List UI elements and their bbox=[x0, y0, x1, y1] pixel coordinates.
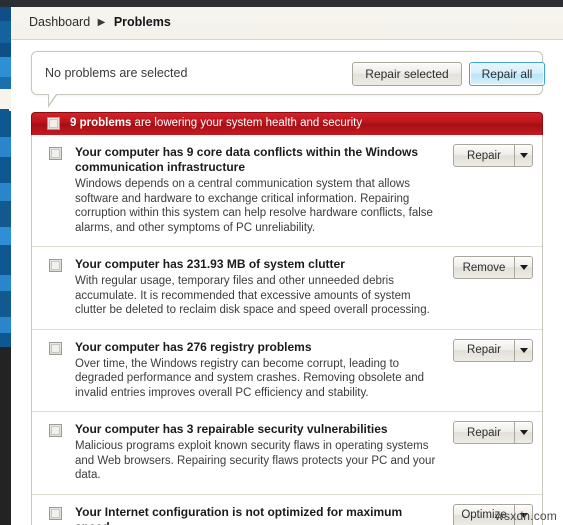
problem-action-split-button[interactable]: Repair bbox=[453, 144, 533, 167]
problem-description: With regular usage, temporary files and … bbox=[75, 275, 430, 316]
problem-description: Windows depends on a central communicati… bbox=[75, 178, 433, 234]
problem-action-split-button[interactable]: Remove bbox=[453, 256, 533, 279]
left-rail-segment bbox=[0, 183, 11, 201]
problem-title: Your computer has 276 registry problems bbox=[75, 339, 312, 354]
chevron-down-icon[interactable] bbox=[514, 145, 532, 166]
problem-title: Your computer has 231.93 MB of system cl… bbox=[75, 257, 345, 271]
problem-checkbox[interactable] bbox=[49, 424, 62, 437]
problem-action-split-button[interactable]: Repair bbox=[453, 421, 533, 444]
problem-row[interactable]: Your computer has 9 core data conflicts … bbox=[32, 135, 542, 247]
left-rail-segment bbox=[0, 77, 11, 89]
breadcrumb-problems: Problems bbox=[113, 15, 171, 29]
caret-glyph bbox=[519, 265, 528, 270]
left-rail-segment bbox=[0, 333, 11, 347]
problem-description: Malicious programs exploit known securit… bbox=[75, 440, 436, 481]
caret-glyph bbox=[519, 430, 528, 435]
problems-alert-banner: 9 problems are lowering your system heal… bbox=[31, 112, 543, 135]
left-rail-segment bbox=[0, 227, 11, 245]
problem-row[interactable]: Your Internet configuration is not optim… bbox=[32, 494, 542, 525]
left-rail bbox=[0, 7, 11, 525]
left-rail-segment bbox=[0, 291, 11, 317]
left-rail-segment bbox=[0, 157, 11, 183]
left-rail-segment bbox=[0, 109, 11, 137]
application-window: Dashboard ▶ Problems No problems are sel… bbox=[0, 0, 563, 525]
problem-checkbox[interactable] bbox=[49, 506, 62, 520]
left-rail-segment bbox=[0, 201, 11, 227]
caret-glyph bbox=[519, 153, 528, 158]
problem-action-button[interactable]: Repair bbox=[454, 422, 514, 443]
selection-status-text: No problems are selected bbox=[45, 66, 188, 80]
problem-title: Your computer has 3 repairable security … bbox=[75, 422, 388, 436]
problem-title: Your Internet configuration is not optim… bbox=[75, 504, 403, 525]
left-rail-segment bbox=[0, 245, 11, 275]
problem-description: Over time, the Windows registry can beco… bbox=[75, 357, 425, 399]
left-rail-segment bbox=[0, 347, 11, 525]
selection-callout-box: No problems are selected Repair selected… bbox=[31, 51, 545, 95]
problem-row[interactable]: Your computer has 3 repairable security … bbox=[32, 412, 542, 495]
alert-banner-text: 9 problems are lowering your system heal… bbox=[70, 117, 362, 129]
left-rail-segment bbox=[0, 317, 11, 333]
repair-selected-button[interactable]: Repair selected bbox=[352, 62, 462, 86]
problem-row[interactable]: Your computer has 231.93 MB of system cl… bbox=[32, 247, 542, 330]
left-rail-segment bbox=[0, 21, 11, 43]
content-area: No problems are selected Repair selected… bbox=[11, 40, 563, 525]
caret-glyph bbox=[519, 347, 528, 353]
problem-checkbox[interactable] bbox=[49, 259, 62, 272]
page-surface: Dashboard ▶ Problems No problems are sel… bbox=[11, 7, 563, 525]
selection-callout: No problems are selected Repair selected… bbox=[31, 51, 545, 108]
problem-list-panel: Your computer has 9 core data conflicts … bbox=[31, 135, 543, 525]
chevron-down-icon[interactable] bbox=[514, 339, 532, 361]
left-rail-segment bbox=[0, 43, 11, 57]
left-rail-segment bbox=[0, 57, 11, 77]
problem-action-button[interactable]: Repair bbox=[454, 145, 514, 166]
problem-row[interactable]: Your computer has 276 registry problems O… bbox=[32, 329, 542, 412]
problem-checkbox[interactable] bbox=[49, 147, 62, 160]
problem-action-button[interactable]: Repair bbox=[454, 340, 514, 361]
select-all-checkbox[interactable] bbox=[47, 117, 60, 130]
repair-all-button[interactable]: Repair all bbox=[469, 62, 545, 86]
breadcrumb: Dashboard ▶ Problems bbox=[29, 15, 171, 29]
watermark: wsxdn.com bbox=[495, 509, 557, 523]
left-rail-segment bbox=[0, 137, 11, 157]
breadcrumb-bar: Dashboard ▶ Problems bbox=[11, 7, 563, 40]
breadcrumb-separator-icon: ▶ bbox=[97, 17, 106, 28]
chevron-down-icon[interactable] bbox=[514, 257, 532, 278]
os-title-strip bbox=[0, 0, 563, 7]
problem-action-split-button[interactable]: Repair bbox=[453, 338, 533, 362]
problem-title: Your computer has 9 core data conflicts … bbox=[75, 145, 419, 174]
left-rail-segment bbox=[0, 7, 11, 21]
callout-tail-fill bbox=[49, 94, 56, 104]
problem-action-button[interactable]: Remove bbox=[454, 257, 514, 278]
left-rail-segment bbox=[0, 275, 11, 291]
alert-banner-rest: are lowering your system health and secu… bbox=[131, 117, 363, 129]
problem-count: 9 problems bbox=[70, 117, 132, 129]
breadcrumb-dashboard[interactable]: Dashboard bbox=[29, 15, 90, 29]
problem-checkbox[interactable] bbox=[49, 341, 62, 355]
chevron-down-icon[interactable] bbox=[514, 422, 532, 443]
